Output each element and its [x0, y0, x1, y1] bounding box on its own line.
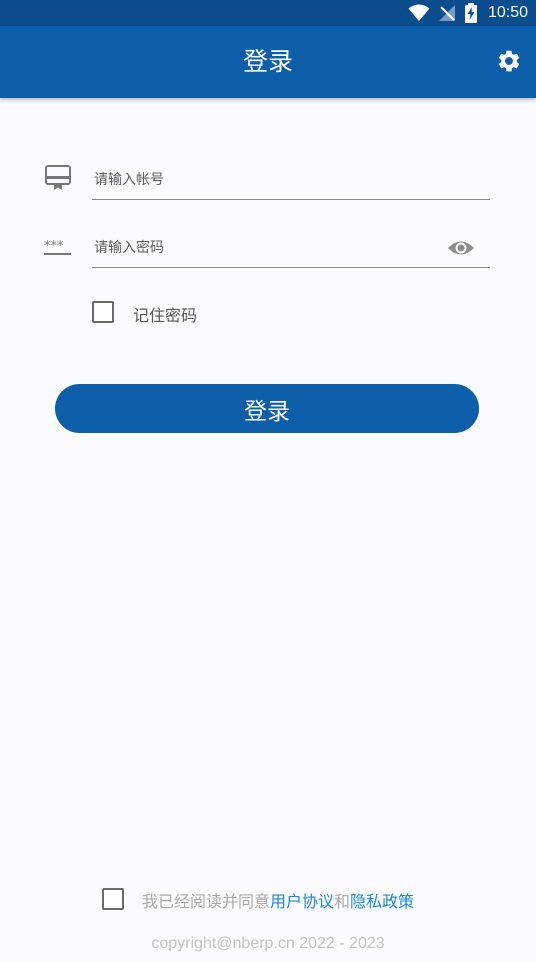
wifi-icon: [408, 4, 430, 21]
password-input[interactable]: [92, 228, 490, 268]
agreement-prefix: 我已经阅读并同意: [142, 892, 271, 911]
account-card-icon: [45, 165, 71, 190]
privacy-policy-link[interactable]: 隐私政策: [350, 892, 414, 911]
status-icons: 10:50: [408, 2, 528, 24]
user-agreement-link[interactable]: 用户协议: [270, 892, 334, 911]
gear-icon[interactable]: [496, 48, 522, 74]
password-dots-icon: ***: [44, 239, 71, 255]
app-bar: 登录: [0, 26, 536, 98]
remember-password-label: 记住密码: [133, 306, 198, 325]
status-bar: 10:50: [0, 0, 536, 26]
agreement-and: 和: [334, 892, 351, 911]
status-time: 10:50: [487, 4, 528, 21]
page-title: 登录: [242, 47, 293, 76]
account-input[interactable]: [92, 160, 490, 200]
no-signal-icon: [438, 5, 455, 21]
copyright-text: copyright@nberp.cn 2022 - 2023: [151, 935, 385, 952]
eye-icon[interactable]: [447, 236, 475, 260]
login-button[interactable]: 登录: [55, 384, 479, 433]
agreement-text: 我已经阅读并同意用户协议和隐私政策: [142, 888, 414, 912]
svg-text:***: ***: [44, 239, 64, 254]
battery-charging-icon: [464, 3, 477, 23]
remember-password-checkbox[interactable]: [92, 301, 114, 323]
agreement-checkbox[interactable]: [102, 888, 124, 910]
